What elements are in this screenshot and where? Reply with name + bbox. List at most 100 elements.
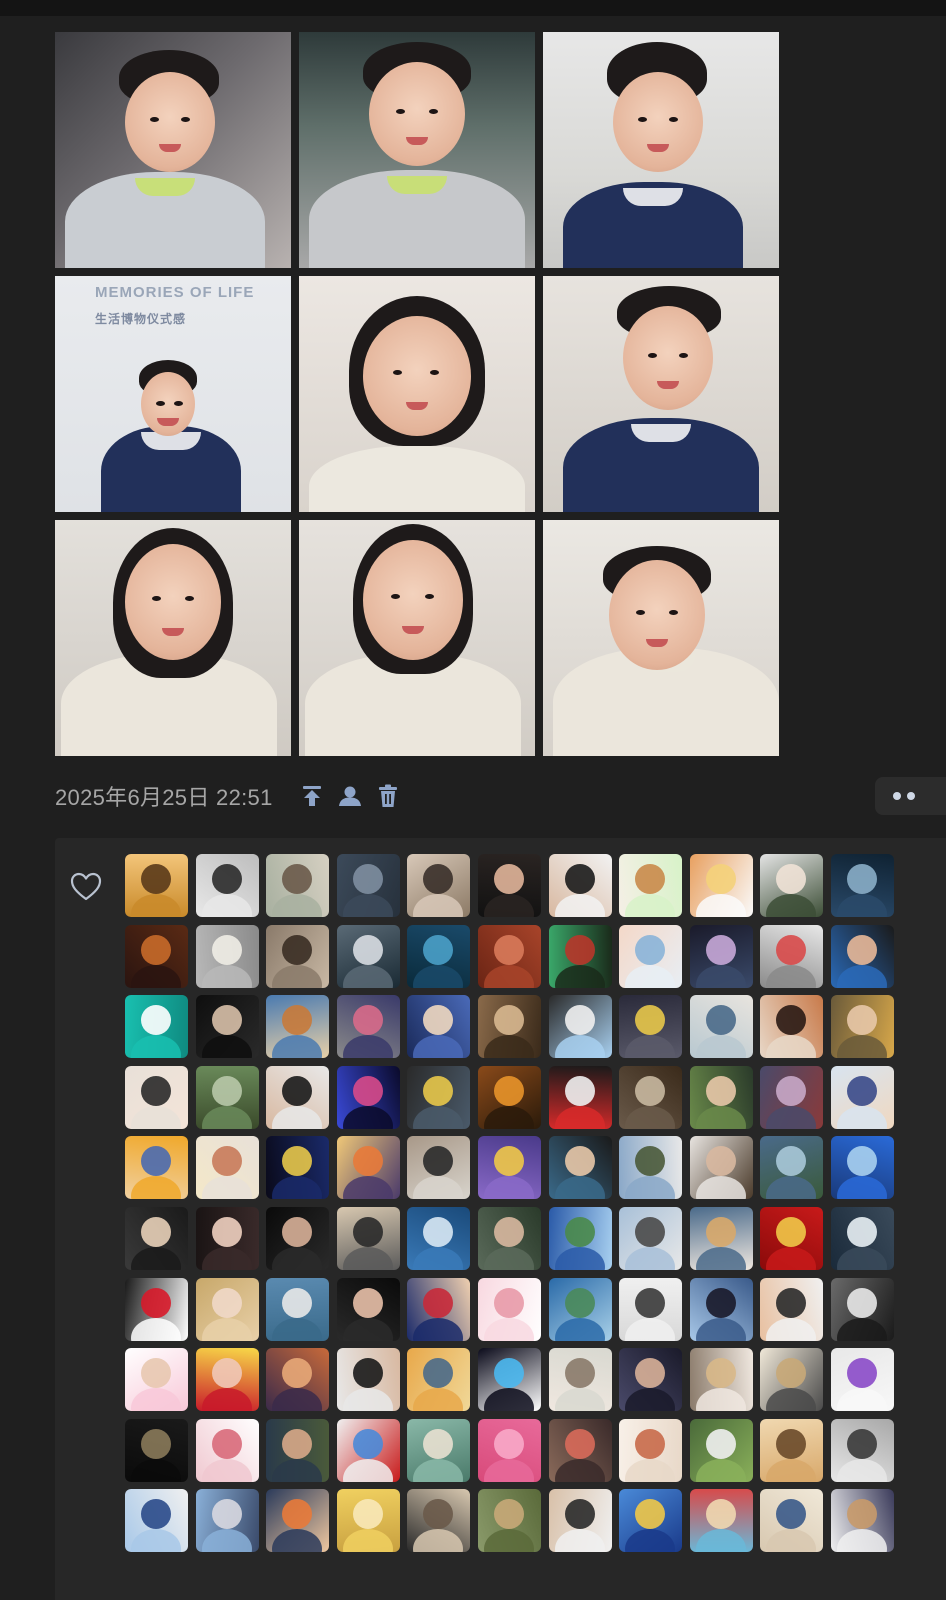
liker-avatar[interactable] xyxy=(407,854,471,917)
liker-avatar[interactable] xyxy=(830,1418,894,1482)
liker-avatar[interactable] xyxy=(548,1489,612,1553)
liker-avatar[interactable] xyxy=(689,1065,753,1129)
liker-avatar[interactable] xyxy=(407,1418,471,1482)
liker-avatar[interactable] xyxy=(266,854,330,917)
liker-avatar[interactable] xyxy=(195,1136,259,1200)
liker-avatar[interactable] xyxy=(548,1418,612,1482)
liker-avatar[interactable] xyxy=(760,1136,824,1200)
liker-avatar[interactable] xyxy=(407,1206,471,1270)
liker-avatar[interactable] xyxy=(407,1277,471,1341)
liker-avatar[interactable] xyxy=(125,995,188,1059)
liker-avatar[interactable] xyxy=(336,1065,400,1129)
liker-avatar[interactable] xyxy=(830,924,894,988)
liker-avatar[interactable] xyxy=(619,1136,683,1200)
liker-avatar[interactable] xyxy=(125,1348,188,1412)
liker-avatar[interactable] xyxy=(830,1348,894,1412)
liker-avatar[interactable] xyxy=(477,1277,541,1341)
liker-avatar[interactable] xyxy=(689,924,753,988)
liker-avatar[interactable] xyxy=(477,995,541,1059)
liker-avatar[interactable] xyxy=(760,854,824,917)
liker-avatar[interactable] xyxy=(548,995,612,1059)
liker-avatar[interactable] xyxy=(477,1489,541,1553)
liker-avatar[interactable] xyxy=(477,1348,541,1412)
liker-avatar[interactable] xyxy=(689,1418,753,1482)
liker-avatar[interactable] xyxy=(195,1348,259,1412)
liker-avatar[interactable] xyxy=(336,1206,400,1270)
photo-4[interactable]: MEMORIES OF LIFE 生活博物仪式感 xyxy=(55,276,291,512)
liker-avatar[interactable] xyxy=(760,1348,824,1412)
liker-avatar[interactable] xyxy=(195,854,259,917)
liker-avatar[interactable] xyxy=(548,1348,612,1412)
liker-avatar[interactable] xyxy=(689,854,753,917)
liker-avatar[interactable] xyxy=(619,1206,683,1270)
liker-avatar[interactable] xyxy=(619,1489,683,1553)
liker-avatar[interactable] xyxy=(760,1418,824,1482)
liker-avatar[interactable] xyxy=(336,1489,400,1553)
liker-avatar[interactable] xyxy=(195,924,259,988)
liker-avatar[interactable] xyxy=(125,854,188,917)
liker-avatar[interactable] xyxy=(195,1277,259,1341)
liker-avatar[interactable] xyxy=(336,995,400,1059)
liker-avatar[interactable] xyxy=(195,1418,259,1482)
liker-avatar[interactable] xyxy=(477,924,541,988)
liker-avatar[interactable] xyxy=(195,1206,259,1270)
liker-avatar[interactable] xyxy=(336,1418,400,1482)
liker-avatar[interactable] xyxy=(619,1348,683,1412)
liker-avatar[interactable] xyxy=(407,995,471,1059)
photo-7[interactable] xyxy=(55,520,291,756)
liker-avatar[interactable] xyxy=(689,995,753,1059)
photo-6[interactable] xyxy=(543,276,779,512)
liker-avatar[interactable] xyxy=(830,854,894,917)
photo-2[interactable] xyxy=(299,32,535,268)
liker-avatar[interactable] xyxy=(619,1418,683,1482)
liker-avatar[interactable] xyxy=(689,1206,753,1270)
liker-avatar[interactable] xyxy=(125,1136,188,1200)
photo-1[interactable] xyxy=(55,32,291,268)
liker-avatar[interactable] xyxy=(336,854,400,917)
liker-avatar[interactable] xyxy=(760,1489,824,1553)
liker-avatar[interactable] xyxy=(336,1277,400,1341)
liker-avatar[interactable] xyxy=(548,924,612,988)
liker-avatar[interactable] xyxy=(266,1206,330,1270)
liker-avatar[interactable] xyxy=(548,1065,612,1129)
liker-avatar[interactable] xyxy=(477,854,541,917)
liker-avatar[interactable] xyxy=(477,1065,541,1129)
liker-avatar[interactable] xyxy=(477,1136,541,1200)
liker-avatar[interactable] xyxy=(477,1206,541,1270)
liker-avatar[interactable] xyxy=(619,995,683,1059)
liker-avatar[interactable] xyxy=(407,1489,471,1553)
liker-avatar[interactable] xyxy=(830,1065,894,1129)
liker-avatar[interactable] xyxy=(830,1136,894,1200)
liker-avatar[interactable] xyxy=(266,1065,330,1129)
liker-avatar[interactable] xyxy=(760,924,824,988)
delete-trash-icon[interactable] xyxy=(375,783,401,809)
liker-avatar[interactable] xyxy=(266,1489,330,1553)
liker-avatar[interactable] xyxy=(760,1065,824,1129)
more-actions-button[interactable] xyxy=(875,777,946,815)
liker-avatar[interactable] xyxy=(830,1489,894,1553)
liker-avatar[interactable] xyxy=(125,1277,188,1341)
liker-avatar[interactable] xyxy=(336,1348,400,1412)
liker-avatar[interactable] xyxy=(548,1277,612,1341)
photo-3[interactable] xyxy=(543,32,779,268)
liker-avatar[interactable] xyxy=(619,1065,683,1129)
visibility-contacts-icon[interactable] xyxy=(337,783,363,809)
liker-avatar[interactable] xyxy=(195,1489,259,1553)
liker-avatar[interactable] xyxy=(125,1489,188,1553)
liker-avatar[interactable] xyxy=(548,854,612,917)
liker-avatar[interactable] xyxy=(760,995,824,1059)
liker-avatar[interactable] xyxy=(760,1277,824,1341)
liker-avatar[interactable] xyxy=(336,924,400,988)
pin-to-top-icon[interactable] xyxy=(299,783,325,809)
liker-avatar[interactable] xyxy=(689,1348,753,1412)
liker-avatar[interactable] xyxy=(266,1418,330,1482)
liker-avatar[interactable] xyxy=(830,1206,894,1270)
liker-avatar[interactable] xyxy=(266,1348,330,1412)
liker-avatar[interactable] xyxy=(548,1206,612,1270)
liker-avatar[interactable] xyxy=(689,1277,753,1341)
liker-avatar[interactable] xyxy=(407,924,471,988)
liker-avatar[interactable] xyxy=(266,1277,330,1341)
liker-avatar[interactable] xyxy=(336,1136,400,1200)
liker-avatar[interactable] xyxy=(125,1206,188,1270)
liker-avatar[interactable] xyxy=(760,1206,824,1270)
